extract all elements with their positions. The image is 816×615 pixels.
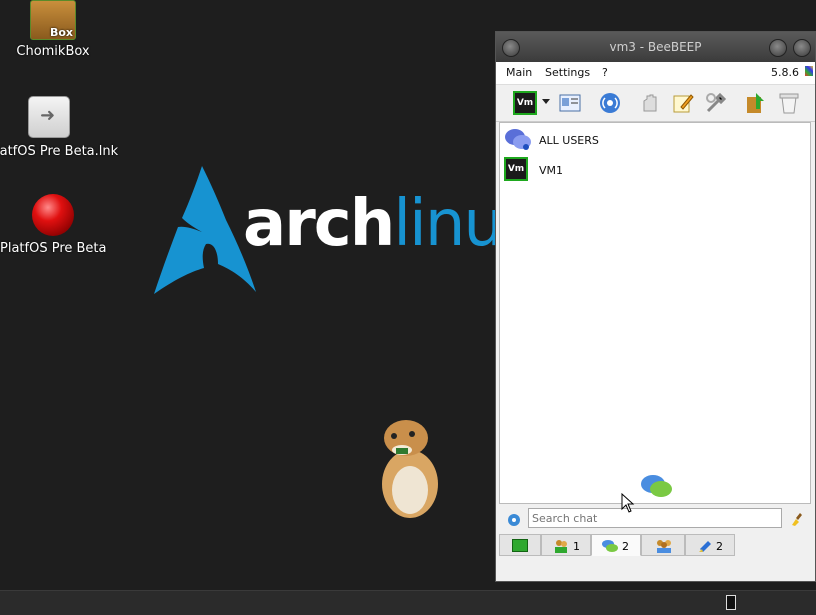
chats-icon: [602, 540, 618, 552]
user-list: ALL USERS Vm VM1: [499, 122, 811, 504]
search-options-icon[interactable]: [506, 512, 522, 528]
box-badge: Box: [49, 26, 73, 39]
notes-icon[interactable]: [671, 91, 695, 115]
tab-count: 2: [716, 540, 723, 553]
status-avatar-button[interactable]: Vm: [513, 91, 537, 115]
desktop-icon-label: latfOS Pre Beta.lnk: [0, 144, 119, 159]
tab-groups[interactable]: [641, 534, 685, 556]
menu-settings[interactable]: Settings: [545, 66, 590, 79]
network-icon[interactable]: [598, 91, 622, 115]
tab-users[interactable]: 1: [541, 534, 591, 556]
clear-broom-icon[interactable]: [790, 511, 806, 527]
arch-wordmark: archlinux: [243, 192, 540, 256]
user-name: VM1: [539, 164, 564, 177]
minimize-button[interactable]: [769, 39, 787, 57]
profile-card-icon[interactable]: [558, 91, 582, 115]
update-icon[interactable]: [744, 91, 768, 115]
trash-icon[interactable]: [777, 91, 801, 115]
tools-icon[interactable]: [704, 91, 728, 115]
group-chat-icon: [505, 129, 531, 150]
groups-icon: [657, 540, 671, 553]
tab-count: 1: [573, 540, 580, 553]
maximize-button[interactable]: [793, 39, 811, 57]
beebeep-window: vm3 - BeeBEEP Main Settings ? 5.8.6 Vm A…: [495, 31, 816, 582]
desktop-icon-shortcut[interactable]: latfOS Pre Beta.lnk: [0, 96, 119, 159]
user-name: ALL USERS: [539, 134, 599, 147]
avatar: Vm: [504, 157, 528, 181]
menu-main[interactable]: Main: [506, 66, 532, 79]
computer-icon: [512, 539, 528, 552]
chat-bubbles-icon: [641, 475, 672, 497]
menu-help[interactable]: ?: [602, 66, 608, 79]
tab-local-user[interactable]: [499, 534, 541, 556]
list-item-vm1[interactable]: Vm VM1: [504, 157, 804, 183]
mouse-cursor-icon: [621, 493, 635, 513]
bottom-tabs: 1 2 2: [499, 534, 811, 558]
menubar: Main Settings ? 5.8.6: [496, 62, 815, 85]
arch-word: arch: [243, 187, 395, 261]
tray-window-icon[interactable]: [726, 595, 736, 610]
hand-icon[interactable]: [638, 91, 662, 115]
list-item-all-users[interactable]: ALL USERS: [504, 127, 804, 153]
shortcut-icon: [28, 96, 70, 138]
tab-count: 2: [622, 540, 629, 553]
files-icon: [699, 541, 711, 552]
desktop-icon-platfos[interactable]: PlatfOS Pre Beta: [0, 194, 107, 256]
search-input[interactable]: [528, 508, 782, 528]
window-titlebar[interactable]: vm3 - BeeBEEP: [496, 32, 815, 62]
toolbar: Vm: [496, 85, 815, 122]
hamster-mascot: [382, 420, 438, 518]
version-label: 5.8.6: [771, 66, 799, 79]
windows-flag-icon: [805, 66, 813, 76]
users-icon: [555, 540, 567, 553]
desktop-icon-label: PlatfOS Pre Beta: [0, 241, 107, 256]
desktop-icon-chomikbox[interactable]: Box ChomikBox: [0, 0, 106, 59]
hamster-box-icon: Box: [30, 0, 76, 40]
tab-file-sharing[interactable]: 2: [685, 534, 735, 556]
chevron-down-icon[interactable]: [542, 99, 550, 104]
red-ball-icon: [32, 194, 74, 236]
window-title: vm3 - BeeBEEP: [609, 40, 702, 54]
taskbar: [0, 590, 816, 615]
tab-chats[interactable]: 2: [591, 534, 641, 556]
search-bar: [496, 506, 815, 534]
desktop-icon-label: ChomikBox: [16, 44, 90, 59]
